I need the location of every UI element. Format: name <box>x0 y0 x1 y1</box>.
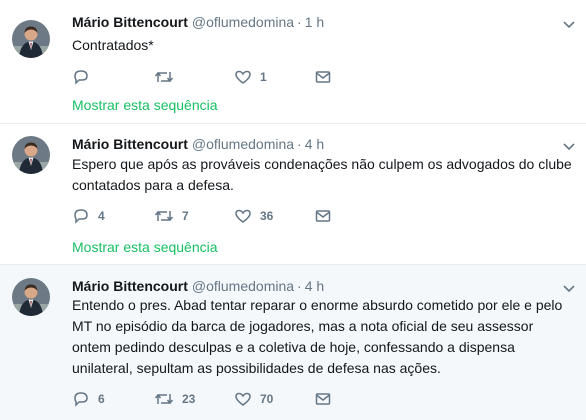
heart-icon <box>235 209 251 223</box>
avatar[interactable] <box>12 20 50 58</box>
author-name[interactable]: Mário Bittencourt <box>72 14 188 30</box>
tweet[interactable]: Mário Bittencourt @oflumedomina · 4 h Esper… <box>0 124 586 265</box>
timeline: Mário Bittencourt @oflumedomina · 1 h Contr… <box>0 0 586 420</box>
envelope-icon <box>315 393 331 405</box>
tweet-header: Mário Bittencourt @oflumedomina · 4 h <box>72 135 324 153</box>
retweet-count: 23 <box>182 392 196 406</box>
envelope-icon <box>315 210 331 222</box>
retweet-icon <box>154 393 174 405</box>
reply-icon <box>74 392 88 407</box>
tweet-timestamp[interactable]: 4 h <box>305 136 324 152</box>
avatar[interactable] <box>12 278 50 316</box>
chevron-down-icon[interactable] <box>562 281 576 293</box>
author-handle[interactable]: @oflumedomina <box>192 278 294 294</box>
reply-icon <box>74 209 88 224</box>
author-name[interactable]: Mário Bittencourt <box>72 278 188 294</box>
chevron-down-icon[interactable] <box>562 17 576 29</box>
separator-dot: · <box>297 136 302 152</box>
heart-icon <box>235 392 251 406</box>
retweet-count: 7 <box>182 209 189 223</box>
reply-count: 4 <box>98 209 105 223</box>
separator-dot: · <box>297 278 302 294</box>
like-button[interactable]: 70 <box>234 389 273 409</box>
retweet-icon <box>154 210 174 222</box>
tweet-header: Mário Bittencourt @oflumedomina · 1 h <box>72 13 324 31</box>
author-handle[interactable]: @oflumedomina <box>192 136 294 152</box>
reply-count: 6 <box>98 392 105 406</box>
like-count: 36 <box>260 209 274 223</box>
tweet-text: Entendo o pres. Abad tentar reparar o en… <box>72 297 563 376</box>
like-count: 70 <box>260 392 274 406</box>
retweet-icon <box>154 71 174 83</box>
direct-message-button[interactable] <box>314 67 332 87</box>
like-button[interactable]: 1 <box>234 67 267 87</box>
reply-button[interactable]: 6 <box>72 389 105 409</box>
tweet-text: Contratados* <box>72 37 154 53</box>
retweet-button[interactable]: 7 <box>154 206 189 226</box>
tweet[interactable]: Mário Bittencourt @oflumedomina · 4 h Enten… <box>0 265 586 420</box>
tweet-header: Mário Bittencourt @oflumedomina · 4 h <box>72 277 324 295</box>
tweet-actions: 4 7 36 <box>72 206 372 226</box>
retweet-button[interactable] <box>154 67 182 87</box>
author-name[interactable]: Mário Bittencourt <box>72 136 188 152</box>
author-handle[interactable]: @oflumedomina <box>192 14 294 30</box>
tweet-timestamp[interactable]: 4 h <box>305 278 324 294</box>
chevron-down-icon[interactable] <box>562 139 576 151</box>
direct-message-button[interactable] <box>314 206 332 226</box>
tweet-timestamp[interactable]: 1 h <box>305 14 324 30</box>
heart-icon <box>235 70 251 84</box>
direct-message-button[interactable] <box>314 389 332 409</box>
separator-dot: · <box>297 14 302 30</box>
show-thread-link[interactable]: Mostrar esta sequência <box>72 96 218 114</box>
reply-button[interactable] <box>72 67 98 87</box>
like-count: 1 <box>260 70 267 84</box>
reply-button[interactable]: 4 <box>72 206 105 226</box>
like-button[interactable]: 36 <box>234 206 273 226</box>
avatar[interactable] <box>12 136 50 174</box>
envelope-icon <box>315 71 331 83</box>
tweet-text: Espero que após as prováveis condenações… <box>72 156 572 193</box>
retweet-button[interactable]: 23 <box>154 389 195 409</box>
tweet-actions: 1 <box>72 67 372 87</box>
tweet-actions: 6 23 70 <box>72 389 372 409</box>
show-thread-link[interactable]: Mostrar esta sequência <box>72 238 218 256</box>
reply-icon <box>74 70 88 85</box>
tweet[interactable]: Mário Bittencourt @oflumedomina · 1 h Contr… <box>0 0 586 124</box>
